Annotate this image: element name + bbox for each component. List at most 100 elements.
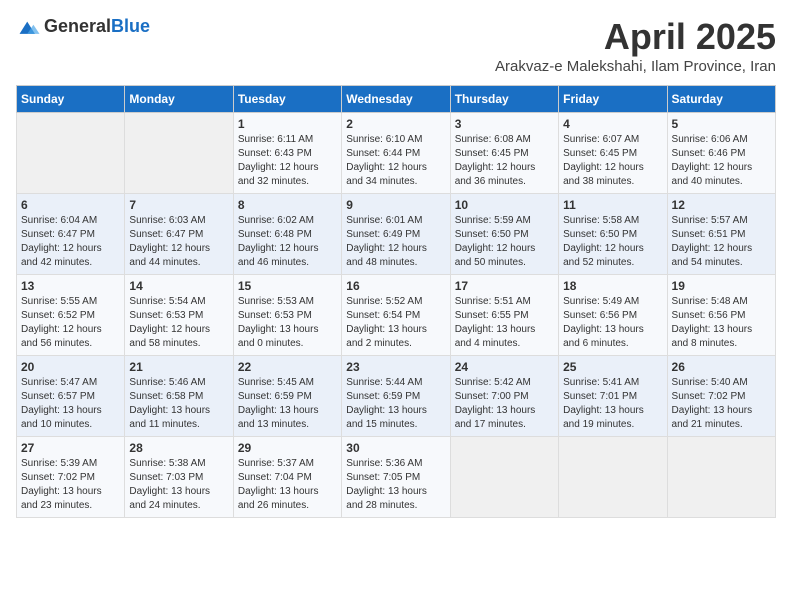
calendar-cell: 30Sunrise: 5:36 AM Sunset: 7:05 PM Dayli… <box>342 437 450 518</box>
day-number: 2 <box>346 117 445 131</box>
day-number: 15 <box>238 279 337 293</box>
day-number: 20 <box>21 360 120 374</box>
day-info: Sunrise: 6:01 AM Sunset: 6:49 PM Dayligh… <box>346 214 445 270</box>
day-number: 17 <box>455 279 554 293</box>
calendar-cell: 17 Sunrise: 5:51 AM Sunset: 6:55 PM Dayli… <box>450 275 558 356</box>
day-number: 9 <box>346 198 445 212</box>
day-info: Sunrise: 6:08 AM Sunset: 6:45 PM Dayligh… <box>455 133 554 189</box>
day-number: 24 <box>455 360 554 374</box>
weekday-header-friday: Friday <box>559 86 667 113</box>
calendar-cell <box>125 113 233 194</box>
day-info: Sunrise: 5:47 AM Sunset: 6:57 PM Dayligh… <box>21 376 120 432</box>
day-number: 4 <box>563 117 662 131</box>
day-info: Sunrise: 5:38 AM Sunset: 7:03 PM Dayligh… <box>129 457 228 513</box>
day-number: 19 <box>672 279 771 293</box>
logo-icon <box>16 17 40 37</box>
calendar-cell <box>559 437 667 518</box>
title-area: April 2025 Arakvaz-e Malekshahi, Ilam Pr… <box>495 16 776 75</box>
calendar-cell: 6 Sunrise: 6:04 AM Sunset: 6:47 PM Daylig… <box>17 194 125 275</box>
day-number: 7 <box>129 198 228 212</box>
calendar-cell: 20 Sunrise: 5:47 AM Sunset: 6:57 PM Dayli… <box>17 356 125 437</box>
day-number: 3 <box>455 117 554 131</box>
calendar-week-2: 6 Sunrise: 6:04 AM Sunset: 6:47 PM Daylig… <box>17 194 776 275</box>
day-info: Sunrise: 5:36 AM Sunset: 7:05 PM Dayligh… <box>346 457 445 513</box>
calendar-cell: 8 Sunrise: 6:02 AM Sunset: 6:48 PM Daylig… <box>233 194 341 275</box>
day-info: Sunrise: 5:54 AM Sunset: 6:53 PM Dayligh… <box>129 295 228 351</box>
day-number: 26 <box>672 360 771 374</box>
logo-blue: Blue <box>111 16 150 36</box>
day-number: 16 <box>346 279 445 293</box>
month-title: April 2025 <box>495 16 776 58</box>
calendar-cell: 22 Sunrise: 5:45 AM Sunset: 6:59 PM Dayli… <box>233 356 341 437</box>
day-info: Sunrise: 5:52 AM Sunset: 6:54 PM Dayligh… <box>346 295 445 351</box>
day-info: Sunrise: 5:51 AM Sunset: 6:55 PM Dayligh… <box>455 295 554 351</box>
calendar-cell: 9 Sunrise: 6:01 AM Sunset: 6:49 PM Daylig… <box>342 194 450 275</box>
calendar-cell: 14 Sunrise: 5:54 AM Sunset: 6:53 PM Dayli… <box>125 275 233 356</box>
calendar-cell: 3 Sunrise: 6:08 AM Sunset: 6:45 PM Daylig… <box>450 113 558 194</box>
day-number: 21 <box>129 360 228 374</box>
day-info: Sunrise: 5:45 AM Sunset: 6:59 PM Dayligh… <box>238 376 337 432</box>
day-number: 13 <box>21 279 120 293</box>
day-number: 5 <box>672 117 771 131</box>
location-title: Arakvaz-e Malekshahi, Ilam Province, Ira… <box>495 58 776 75</box>
day-info: Sunrise: 5:53 AM Sunset: 6:53 PM Dayligh… <box>238 295 337 351</box>
day-info: Sunrise: 6:06 AM Sunset: 6:46 PM Dayligh… <box>672 133 771 189</box>
calendar-week-3: 13 Sunrise: 5:55 AM Sunset: 6:52 PM Dayli… <box>17 275 776 356</box>
calendar-week-5: 27 Sunrise: 5:39 AM Sunset: 7:02 PM Dayli… <box>17 437 776 518</box>
calendar-cell <box>667 437 775 518</box>
weekday-header-tuesday: Tuesday <box>233 86 341 113</box>
calendar-cell: 13 Sunrise: 5:55 AM Sunset: 6:52 PM Dayli… <box>17 275 125 356</box>
weekday-header-row: SundayMondayTuesdayWednesdayThursdayFrid… <box>17 86 776 113</box>
weekday-header-saturday: Saturday <box>667 86 775 113</box>
day-number: 18 <box>563 279 662 293</box>
day-number: 10 <box>455 198 554 212</box>
weekday-header-sunday: Sunday <box>17 86 125 113</box>
day-number: 8 <box>238 198 337 212</box>
calendar-cell: 27 Sunrise: 5:39 AM Sunset: 7:02 PM Dayli… <box>17 437 125 518</box>
day-number: 23 <box>346 360 445 374</box>
day-number: 25 <box>563 360 662 374</box>
day-info: Sunrise: 5:59 AM Sunset: 6:50 PM Dayligh… <box>455 214 554 270</box>
day-info: Sunrise: 5:37 AM Sunset: 7:04 PM Dayligh… <box>238 457 337 513</box>
calendar-table: SundayMondayTuesdayWednesdayThursdayFrid… <box>16 85 776 518</box>
day-number: 27 <box>21 441 120 455</box>
day-number: 11 <box>563 198 662 212</box>
calendar-cell: 7 Sunrise: 6:03 AM Sunset: 6:47 PM Daylig… <box>125 194 233 275</box>
day-info: Sunrise: 5:55 AM Sunset: 6:52 PM Dayligh… <box>21 295 120 351</box>
calendar-cell <box>17 113 125 194</box>
day-number: 29 <box>238 441 337 455</box>
header: GeneralBlue April 2025 Arakvaz-e Maleksh… <box>16 16 776 75</box>
logo-text: GeneralBlue <box>44 16 150 37</box>
calendar-week-1: 1 Sunrise: 6:11 AM Sunset: 6:43 PM Daylig… <box>17 113 776 194</box>
day-info: Sunrise: 5:39 AM Sunset: 7:02 PM Dayligh… <box>21 457 120 513</box>
day-info: Sunrise: 6:03 AM Sunset: 6:47 PM Dayligh… <box>129 214 228 270</box>
day-info: Sunrise: 6:07 AM Sunset: 6:45 PM Dayligh… <box>563 133 662 189</box>
calendar-week-4: 20 Sunrise: 5:47 AM Sunset: 6:57 PM Dayli… <box>17 356 776 437</box>
calendar-cell: 2 Sunrise: 6:10 AM Sunset: 6:44 PM Daylig… <box>342 113 450 194</box>
day-info: Sunrise: 6:02 AM Sunset: 6:48 PM Dayligh… <box>238 214 337 270</box>
day-info: Sunrise: 5:57 AM Sunset: 6:51 PM Dayligh… <box>672 214 771 270</box>
day-info: Sunrise: 5:44 AM Sunset: 6:59 PM Dayligh… <box>346 376 445 432</box>
calendar-cell: 4 Sunrise: 6:07 AM Sunset: 6:45 PM Daylig… <box>559 113 667 194</box>
logo: GeneralBlue <box>16 16 150 37</box>
weekday-header-thursday: Thursday <box>450 86 558 113</box>
day-info: Sunrise: 6:04 AM Sunset: 6:47 PM Dayligh… <box>21 214 120 270</box>
day-number: 22 <box>238 360 337 374</box>
calendar-cell: 29 Sunrise: 5:37 AM Sunset: 7:04 PM Dayli… <box>233 437 341 518</box>
day-number: 28 <box>129 441 228 455</box>
day-info: Sunrise: 5:42 AM Sunset: 7:00 PM Dayligh… <box>455 376 554 432</box>
calendar-cell: 28 Sunrise: 5:38 AM Sunset: 7:03 PM Dayli… <box>125 437 233 518</box>
day-info: Sunrise: 6:11 AM Sunset: 6:43 PM Dayligh… <box>238 133 337 189</box>
weekday-header-wednesday: Wednesday <box>342 86 450 113</box>
calendar-cell: 16 Sunrise: 5:52 AM Sunset: 6:54 PM Dayli… <box>342 275 450 356</box>
day-info: Sunrise: 5:58 AM Sunset: 6:50 PM Dayligh… <box>563 214 662 270</box>
day-number: 14 <box>129 279 228 293</box>
day-number: 1 <box>238 117 337 131</box>
day-number: 6 <box>21 198 120 212</box>
calendar-cell: 24 Sunrise: 5:42 AM Sunset: 7:00 PM Dayli… <box>450 356 558 437</box>
calendar-cell: 11 Sunrise: 5:58 AM Sunset: 6:50 PM Dayli… <box>559 194 667 275</box>
day-info: Sunrise: 6:10 AM Sunset: 6:44 PM Dayligh… <box>346 133 445 189</box>
day-info: Sunrise: 5:41 AM Sunset: 7:01 PM Dayligh… <box>563 376 662 432</box>
calendar-cell: 10 Sunrise: 5:59 AM Sunset: 6:50 PM Dayli… <box>450 194 558 275</box>
calendar-cell: 1 Sunrise: 6:11 AM Sunset: 6:43 PM Daylig… <box>233 113 341 194</box>
